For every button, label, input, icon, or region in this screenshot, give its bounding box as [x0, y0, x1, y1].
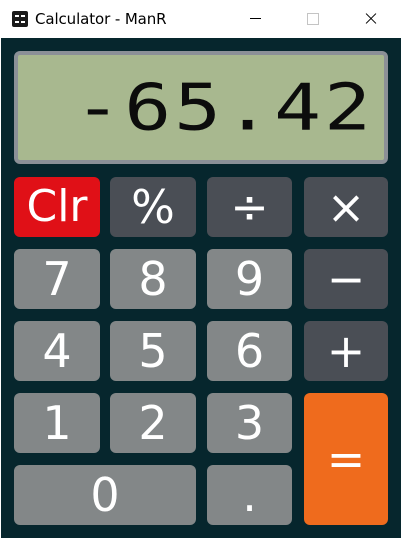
equals-button[interactable]: = — [304, 393, 388, 525]
minimize-button[interactable] — [233, 0, 279, 38]
plus-button[interactable]: + — [304, 321, 388, 381]
digit-9-button[interactable]: 9 — [207, 249, 292, 309]
digit-3-button[interactable]: 3 — [207, 393, 292, 453]
digit-6-button[interactable]: 6 — [207, 321, 292, 381]
maximize-button[interactable] — [289, 0, 335, 38]
digit-5-button[interactable]: 5 — [110, 321, 196, 381]
digit-2-button[interactable]: 2 — [110, 393, 196, 453]
digit-4-button[interactable]: 4 — [14, 321, 100, 381]
percent-button[interactable]: % — [110, 177, 196, 237]
decimal-button[interactable]: . — [207, 465, 292, 525]
multiply-button[interactable]: × — [304, 177, 388, 237]
display-panel: -65.42 — [14, 51, 388, 164]
minus-button[interactable]: − — [304, 249, 388, 309]
digit-1-button[interactable]: 1 — [14, 393, 100, 453]
title-bar: Calculator - ManR — [0, 0, 402, 38]
clear-button[interactable]: Clr — [14, 177, 100, 237]
display-value: -65.42 — [74, 71, 374, 145]
close-button[interactable] — [347, 0, 393, 38]
calculator-icon — [12, 11, 28, 27]
divide-button[interactable]: ÷ — [207, 177, 292, 237]
digit-8-button[interactable]: 8 — [110, 249, 196, 309]
digit-0-button[interactable]: 0 — [14, 465, 196, 525]
digit-7-button[interactable]: 7 — [14, 249, 100, 309]
window-title: Calculator - ManR — [35, 10, 167, 28]
